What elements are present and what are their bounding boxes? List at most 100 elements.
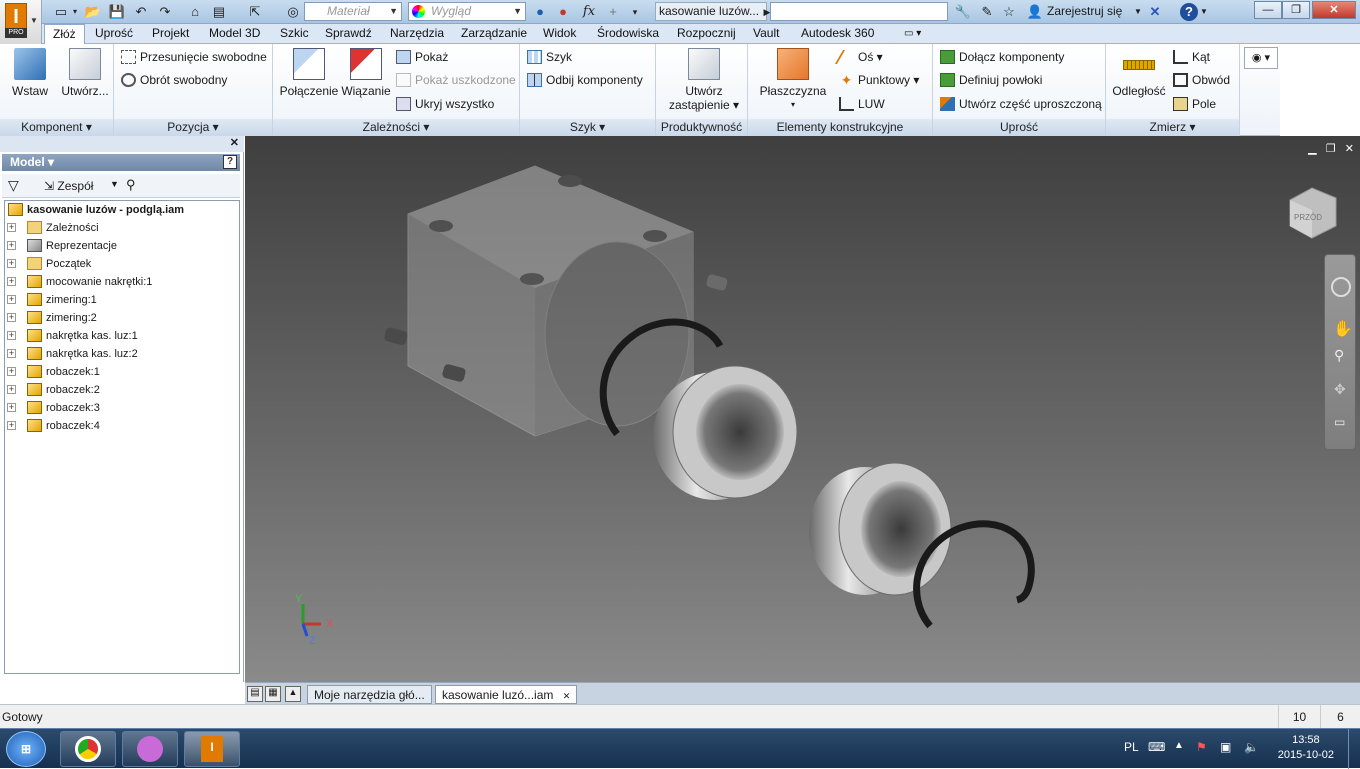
- adjust-appearance-icon[interactable]: ●: [531, 3, 549, 21]
- tab-rozpocznij[interactable]: Rozpocznij: [677, 24, 736, 44]
- expand-icon[interactable]: +: [7, 331, 16, 340]
- tab-srodowiska[interactable]: Środowiska: [597, 24, 659, 44]
- expand-icon[interactable]: +: [7, 259, 16, 268]
- view-cube[interactable]: PRZÓD: [1282, 182, 1340, 240]
- expand-icon[interactable]: +: [7, 349, 16, 358]
- steering-wheel-icon[interactable]: [1331, 277, 1351, 297]
- free-rotate-button[interactable]: Obrót swobodny: [120, 69, 227, 91]
- mirror-button[interactable]: Odbij komponenty: [526, 69, 643, 91]
- doc-tab-assembly[interactable]: kasowanie luzó...iam ✕: [435, 685, 578, 704]
- create-simplified-part-button[interactable]: Utwórz część uproszczoną: [939, 93, 1102, 115]
- panel-pozycja-title[interactable]: Pozycja ▾: [114, 119, 272, 136]
- binoculars-icon[interactable]: ⚲: [126, 177, 136, 193]
- tree-item-part[interactable]: + nakrętka kas. luz:2: [5, 345, 239, 363]
- tree-item-part[interactable]: + robaczek:3: [5, 399, 239, 417]
- minimize-button[interactable]: —: [1254, 1, 1282, 19]
- user-icon[interactable]: 👤: [1026, 3, 1044, 21]
- tree-item-part[interactable]: + nakrętka kas. luz:1: [5, 327, 239, 345]
- free-move-button[interactable]: Przesunięcie swobodne: [120, 46, 267, 68]
- assembly-view-dropdown[interactable]: ⇲ Zespół: [44, 179, 93, 193]
- work-point-button[interactable]: ✦ Punktowy ▾: [838, 69, 920, 91]
- help-icon[interactable]: ?: [223, 155, 237, 169]
- adjusting-nut[interactable]: [809, 462, 952, 596]
- tree-item-poczatek[interactable]: + Początek: [5, 255, 239, 273]
- expand-icon[interactable]: +: [7, 295, 16, 304]
- measure-angle-button[interactable]: Kąt: [1172, 46, 1210, 68]
- tree-item-part[interactable]: + mocowanie nakrętki:1: [5, 273, 239, 291]
- plus-icon[interactable]: +: [604, 3, 622, 21]
- assembly-model-render[interactable]: Y X Z: [245, 136, 1360, 682]
- sign-in-link[interactable]: Zarejestruj się: [1047, 4, 1122, 18]
- look-at-icon[interactable]: ▭: [1334, 415, 1345, 429]
- action-center-icon[interactable]: ⚑: [1196, 740, 1207, 754]
- redo-icon[interactable]: ↷: [156, 3, 174, 21]
- language-indicator[interactable]: PL: [1124, 740, 1139, 754]
- tree-item-zaleznosci[interactable]: + Zależności: [5, 219, 239, 237]
- volume-icon[interactable]: 🔈: [1244, 740, 1259, 754]
- tab-vault[interactable]: Vault: [753, 24, 779, 44]
- tree-item-reprezentacje[interactable]: + Reprezentacje: [5, 237, 239, 255]
- panel-komponent-title[interactable]: Komponent ▾: [0, 119, 113, 136]
- panel-zaleznosci-title[interactable]: Zależności ▾: [273, 119, 519, 136]
- zoom-icon[interactable]: ⚲: [1334, 347, 1344, 364]
- tab-zloz[interactable]: Złóż: [44, 24, 85, 45]
- help-search-input[interactable]: [770, 2, 948, 21]
- tree-item-part[interactable]: + robaczek:4: [5, 417, 239, 435]
- model-panel-title[interactable]: Model ▾ ?: [2, 154, 240, 171]
- open-icon[interactable]: 📂: [84, 3, 102, 21]
- panel-elementy-title[interactable]: Elementy konstrukcyjne: [748, 119, 932, 136]
- tab-widok[interactable]: Widok: [543, 24, 576, 44]
- expand-icon[interactable]: +: [7, 421, 16, 430]
- start-button[interactable]: ⊞: [6, 731, 46, 767]
- tab-sprawdz[interactable]: Sprawdź: [325, 24, 372, 44]
- exchange-apps-icon[interactable]: ✕: [1146, 3, 1164, 21]
- application-menu-button[interactable]: I PRO ▼: [0, 0, 42, 44]
- window-list-icon[interactable]: ▲: [285, 686, 301, 702]
- show-sick-button[interactable]: Pokaż uszkodzone: [395, 69, 516, 91]
- parameters-fx-icon[interactable]: fx: [580, 3, 598, 21]
- subscription-icon[interactable]: ✎: [978, 3, 996, 21]
- expand-icon[interactable]: +: [7, 313, 16, 322]
- tab-autodesk-360[interactable]: Autodesk 360: [801, 24, 874, 44]
- close-tab-icon[interactable]: ✕: [563, 691, 571, 701]
- create-component-button[interactable]: Utwórz...: [58, 48, 112, 98]
- pattern-button[interactable]: Szyk: [526, 46, 572, 68]
- ucs-button[interactable]: LUW: [838, 93, 885, 115]
- save-icon[interactable]: 💾: [108, 3, 126, 21]
- select-icon[interactable]: ⇱: [246, 3, 264, 21]
- home-icon[interactable]: ⌂: [186, 3, 204, 21]
- hide-all-button[interactable]: Ukryj wszystko: [395, 93, 494, 115]
- insert-component-button[interactable]: Wstaw: [6, 48, 54, 98]
- filter-icon[interactable]: ▽: [8, 177, 19, 194]
- expand-icon[interactable]: +: [7, 367, 16, 376]
- undo-icon[interactable]: ↶: [132, 3, 150, 21]
- taskbar-inventor[interactable]: I: [184, 731, 240, 767]
- expand-icon[interactable]: +: [7, 241, 16, 250]
- new-dropdown-icon[interactable]: ▾: [66, 3, 84, 21]
- graphics-viewport[interactable]: ▁ ❐ ✕ Y X Z: [245, 136, 1360, 682]
- work-plane-button[interactable]: Płaszczyzna ▾: [754, 48, 832, 112]
- network-icon[interactable]: ▣: [1220, 740, 1231, 754]
- panel-uprosc-title[interactable]: Uprość: [933, 119, 1105, 136]
- measure-distance-button[interactable]: Odległość: [1108, 48, 1170, 98]
- pan-hand-icon[interactable]: ✋: [1333, 319, 1353, 339]
- close-panel-icon[interactable]: ✕: [230, 136, 239, 149]
- tree-item-part[interactable]: + robaczek:1: [5, 363, 239, 381]
- taskbar-chrome[interactable]: [60, 731, 116, 767]
- define-envelopes-button[interactable]: Definiuj powłoki: [939, 69, 1042, 91]
- clear-appearance-icon[interactable]: ●: [554, 3, 572, 21]
- binoculars-search-icon[interactable]: 🔧: [954, 3, 972, 21]
- include-components-button[interactable]: Dołącz komponenty: [939, 46, 1064, 68]
- grid-windows-icon[interactable]: ▦: [265, 686, 281, 702]
- taskbar-app[interactable]: [122, 731, 178, 767]
- orbit-icon[interactable]: ✥: [1334, 381, 1346, 398]
- expand-icon[interactable]: +: [7, 277, 16, 286]
- panel-produktywnosc-title[interactable]: Produktywność: [656, 119, 747, 136]
- close-window-button[interactable]: ✕: [1312, 1, 1356, 19]
- sign-in-dropdown-icon[interactable]: ▼: [1134, 7, 1142, 16]
- measure-loop-button[interactable]: Obwód: [1172, 69, 1230, 91]
- panel-zmierz-title[interactable]: Zmierz ▾: [1106, 119, 1239, 136]
- tile-windows-icon[interactable]: ▤: [247, 686, 263, 702]
- help-dropdown-icon[interactable]: ▼: [1200, 7, 1208, 16]
- joint-button[interactable]: Połączenie: [277, 48, 341, 98]
